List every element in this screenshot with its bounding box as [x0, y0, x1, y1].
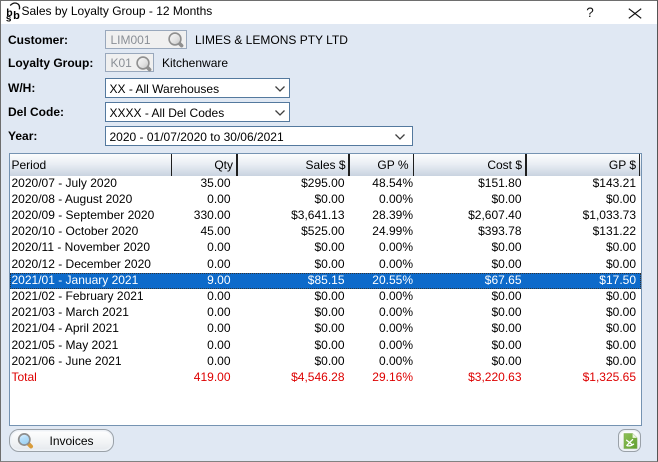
svg-text:b: b [13, 10, 20, 22]
svg-text:s: s [6, 14, 12, 23]
